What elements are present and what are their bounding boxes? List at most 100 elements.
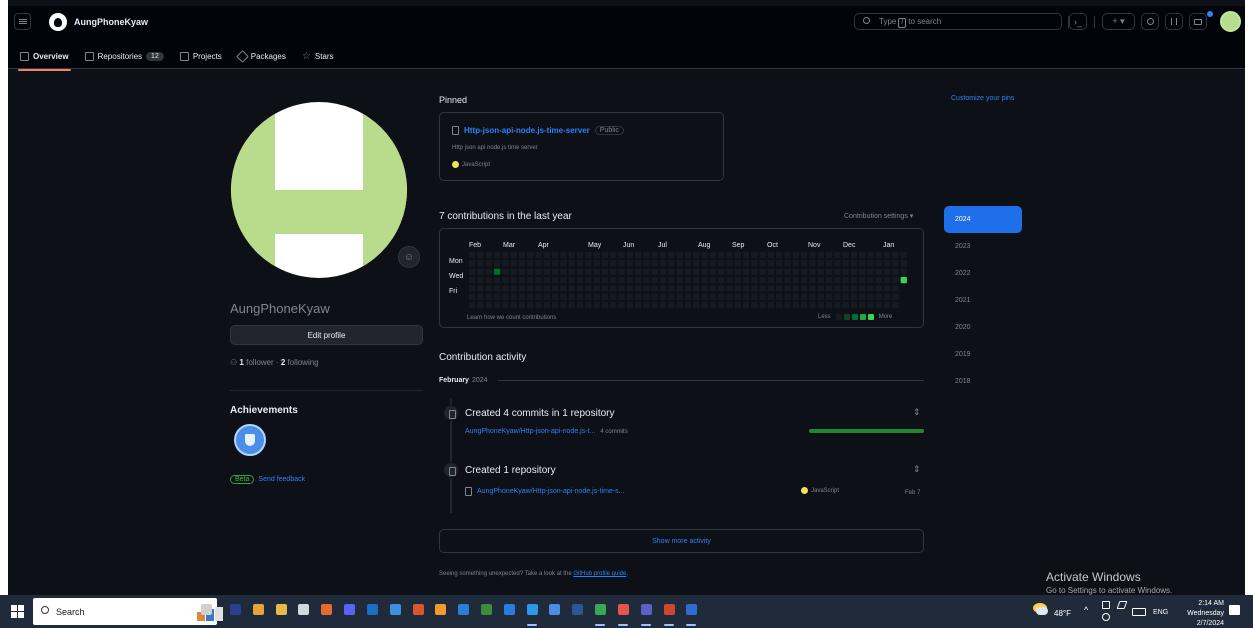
calendar-day-cell[interactable]	[535, 293, 542, 300]
calendar-day-cell[interactable]	[610, 276, 617, 284]
calendar-day-cell[interactable]	[900, 260, 907, 267]
calendar-day-cell[interactable]	[801, 276, 808, 284]
calendar-day-cell[interactable]	[726, 252, 733, 259]
customize-pins-link[interactable]: Customize your pins	[951, 95, 1014, 102]
calendar-day-cell[interactable]	[767, 252, 775, 259]
calendar-day-cell[interactable]	[510, 301, 517, 309]
calendar-day-cell[interactable]	[585, 276, 592, 284]
calendar-day-cell[interactable]	[568, 293, 575, 300]
calendar-day-cell[interactable]	[651, 252, 658, 259]
calendar-day-cell[interactable]	[601, 252, 609, 259]
calendar-day-cell[interactable]	[759, 285, 766, 292]
notepad-icon[interactable]	[298, 604, 309, 615]
chrome-alt-icon[interactable]	[595, 604, 606, 615]
calendar-day-cell[interactable]	[560, 276, 567, 284]
calendar-day-cell[interactable]	[850, 268, 858, 275]
calendar-day-cell[interactable]	[601, 285, 609, 292]
calendar-day-cell[interactable]	[817, 276, 824, 284]
followers-label[interactable]: follower	[246, 358, 274, 367]
calendar-day-cell[interactable]	[801, 285, 808, 292]
calendar-day-cell[interactable]	[867, 252, 874, 259]
calendar-day-cell[interactable]	[593, 293, 600, 300]
calendar-day-cell[interactable]	[776, 293, 783, 300]
calendar-day-cell[interactable]	[859, 260, 866, 267]
issues-button[interactable]	[1141, 13, 1159, 30]
calendar-day-cell[interactable]	[792, 301, 799, 309]
calendar-day-cell[interactable]	[718, 276, 725, 284]
calendar-day-cell[interactable]	[709, 276, 716, 284]
calendar-day-cell[interactable]	[776, 252, 783, 259]
calendar-day-cell[interactable]	[560, 301, 567, 309]
calendar-day-cell[interactable]	[809, 268, 816, 275]
calendar-day-cell[interactable]	[817, 285, 824, 292]
calendar-day-cell[interactable]	[651, 276, 658, 284]
calendar-day-cell[interactable]	[726, 285, 733, 292]
calendar-day-cell[interactable]	[726, 268, 733, 275]
calendar-day-cell[interactable]	[817, 252, 824, 259]
calendar-day-cell[interactable]	[759, 268, 766, 275]
calendar-day-cell[interactable]	[825, 268, 833, 275]
calendar-day-cell[interactable]	[825, 285, 833, 292]
calendar-day-cell[interactable]	[834, 268, 841, 275]
calendar-day-cell[interactable]	[701, 252, 708, 259]
calendar-day-cell[interactable]	[709, 293, 716, 300]
calendar-day-cell[interactable]	[626, 293, 633, 300]
calendar-day-cell[interactable]	[684, 260, 692, 267]
calendar-day-cell[interactable]	[610, 293, 617, 300]
network-icon[interactable]	[1102, 601, 1110, 609]
calendar-day-cell[interactable]	[684, 285, 692, 292]
calendar-day-cell[interactable]	[502, 260, 509, 267]
calendar-day-cell[interactable]	[493, 260, 501, 267]
calendar-day-cell[interactable]	[742, 293, 750, 300]
taskbar-search-box[interactable]: Search	[33, 598, 223, 625]
calendar-day-cell[interactable]	[900, 276, 907, 284]
calendar-day-cell[interactable]	[751, 268, 758, 275]
calendar-day-cell[interactable]	[469, 252, 476, 259]
calendar-day-cell[interactable]	[518, 268, 526, 275]
fold-icon[interactable]: ⇕	[913, 464, 921, 475]
calendar-day-cell[interactable]	[601, 276, 609, 284]
calendar-day-cell[interactable]	[900, 268, 907, 275]
calendar-day-cell[interactable]	[759, 276, 766, 284]
calendar-day-cell[interactable]	[834, 252, 841, 259]
calendar-day-cell[interactable]	[477, 268, 484, 275]
set-status-button[interactable]: ☺	[398, 246, 420, 268]
calendar-day-cell[interactable]	[527, 252, 534, 259]
calendar-day-cell[interactable]	[576, 252, 584, 259]
calendar-day-cell[interactable]	[751, 293, 758, 300]
calendar-day-cell[interactable]	[792, 293, 799, 300]
calendar-day-cell[interactable]	[643, 285, 650, 292]
input-language[interactable]: ENG	[1153, 609, 1168, 616]
sourcetree-icon[interactable]	[504, 604, 515, 615]
calendar-day-cell[interactable]	[850, 301, 858, 309]
calendar-day-cell[interactable]	[643, 293, 650, 300]
calendar-day-cell[interactable]	[718, 268, 725, 275]
calendar-day-cell[interactable]	[784, 252, 791, 259]
calendar-day-cell[interactable]	[701, 285, 708, 292]
calendar-day-cell[interactable]	[469, 285, 476, 292]
pull-requests-button[interactable]	[1165, 13, 1183, 30]
calendar-day-cell[interactable]	[817, 260, 824, 267]
calendar-day-cell[interactable]	[867, 268, 874, 275]
calendar-day-cell[interactable]	[693, 293, 700, 300]
calendar-day-cell[interactable]	[892, 293, 899, 300]
calendar-day-cell[interactable]	[477, 260, 484, 267]
calendar-day-cell[interactable]	[543, 285, 550, 292]
fold-icon[interactable]: ⇕	[913, 407, 921, 418]
calendar-day-cell[interactable]	[825, 252, 833, 259]
calendar-day-cell[interactable]	[734, 252, 741, 259]
calendar-day-cell[interactable]	[618, 301, 625, 309]
calendar-day-cell[interactable]	[502, 276, 509, 284]
calendar-day-cell[interactable]	[742, 252, 750, 259]
calendar-day-cell[interactable]	[469, 276, 476, 284]
calendar-day-cell[interactable]	[693, 260, 700, 267]
calendar-day-cell[interactable]	[718, 301, 725, 309]
calendar-day-cell[interactable]	[659, 293, 667, 300]
calendar-day-cell[interactable]	[734, 285, 741, 292]
speaker-icon[interactable]	[1102, 613, 1110, 621]
calendar-day-cell[interactable]	[593, 276, 600, 284]
calendar-day-cell[interactable]	[643, 252, 650, 259]
calendar-day-cell[interactable]	[493, 301, 501, 309]
calendar-day-cell[interactable]	[510, 276, 517, 284]
calendar-day-cell[interactable]	[651, 268, 658, 275]
